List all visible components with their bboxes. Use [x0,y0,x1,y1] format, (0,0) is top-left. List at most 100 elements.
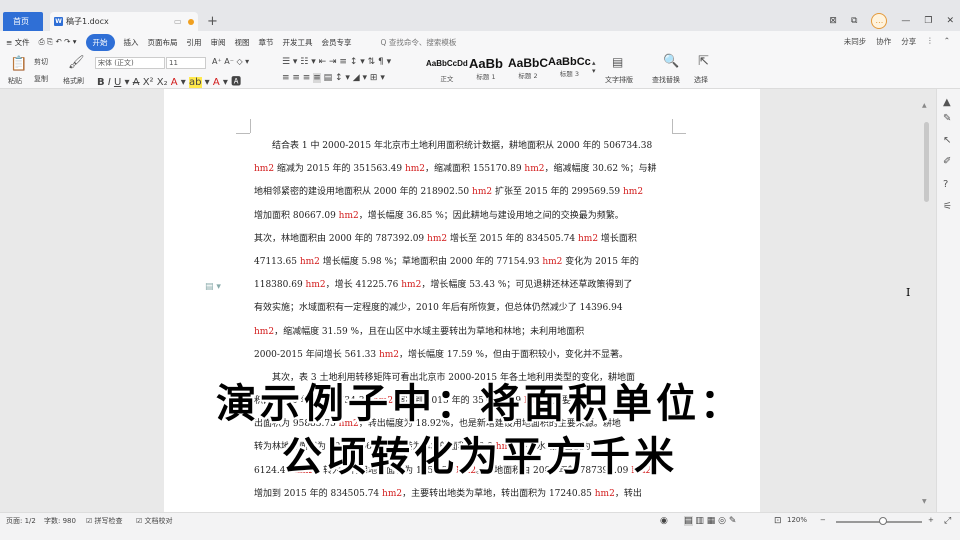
list-indent-icons[interactable]: ☰ ▾ ☷ ▾ ⇤ ⇥ ≡ ↕ ▾ ⇅ ¶ ▾ [282,57,391,67]
menu-page-layout[interactable]: 页面布局 [148,37,178,48]
zoom-out-icon[interactable]: − [820,516,826,524]
format-painter-label[interactable]: 格式刷 [63,76,84,86]
font-name-select[interactable]: 宋体 (正文) [95,57,165,69]
help-icon[interactable]: ? [943,179,948,190]
style-heading-2[interactable]: AaBbC 标题 2 [508,56,548,80]
settings-sliders-icon[interactable]: ⚟ [943,201,952,212]
select-button[interactable]: 选择 [694,75,708,85]
text-line[interactable]: 47113.65 hm2 增长幅度 5.98 %；草地面积由 2000 年的 7… [254,251,670,274]
monitor-icon[interactable]: ▭ [174,12,182,31]
zoom-slider-handle[interactable] [879,517,888,525]
scroll-up-icon[interactable]: ▲ [922,102,927,109]
overlay-caption-line-2: 公顷转化为平方千米 [282,434,678,480]
command-search[interactable]: Q 查找命令、搜索模板 [381,37,457,48]
text-line[interactable]: hm2，缩减幅度 31.59 %，且在山区中水域主要转出为草地和林地；未利用地面… [254,321,670,344]
text-run: 增长面积 [598,233,637,244]
undo-redo-icons[interactable]: ⎙ ⎘ ↶ ↷ ▾ [39,37,77,47]
font-style-icons[interactable]: B I U ▾ A X² X₂ A ▾ ab ▾ A ▾ 🅰 [97,73,241,88]
text-layout-button[interactable]: 文字排版 [605,75,633,85]
paragraph-handle-icon[interactable]: ▤ ▾ [205,282,221,292]
area-unit-text: hm2 [299,256,320,267]
share-button[interactable]: 分享 [901,36,916,47]
zoom-in-icon[interactable]: + [928,516,934,524]
doc-check-button[interactable]: ☑ 文档校对 [136,516,173,526]
text-run: ，缩减幅度 31.59 %，且在山区中水域主要转出为草地和林地；未利用地面积 [274,326,585,337]
text-line[interactable]: 其次，林地面积由 2000 年的 787392.09 hm2 增长至 2015 … [254,228,670,251]
styles-more-icon[interactable]: ▴ ▾ [592,59,596,75]
panel-collapse-icon[interactable]: ▲ [943,97,951,108]
find-replace-icon[interactable]: 🔍 [663,54,679,69]
cut-button[interactable]: 剪切 [34,57,48,67]
view-mode-icons[interactable]: ▤ ▥ ▦ ◎ ✎ [684,516,736,526]
zoom-level[interactable]: 120% [787,516,807,524]
text-line[interactable]: 118380.69 hm2，增长 41225.76 hm2，增长幅度 53.43… [254,274,670,297]
page-indicator[interactable]: 页面: 1/2 [6,516,36,526]
fit-page-icon[interactable]: ⊡ [774,516,782,526]
avatar[interactable]: … [871,13,888,29]
close-icon[interactable]: ✕ [946,16,954,26]
text-run: ，增长幅度 36.85 %；因此耕地与建设用地之间的交换最为频繁。 [358,210,624,221]
format-painter-icon[interactable]: 🖌 [68,55,85,70]
area-unit-text: hm2 [524,164,545,175]
eye-protection-icon[interactable]: ◉ [660,516,668,526]
menu-section[interactable]: 章节 [259,37,274,48]
text-run: 地相邻紧密的建设用地面积从 2000 年的 218902.50 [254,187,473,198]
ribbon-toolbar: 📋 粘贴 剪切 复制 🖌 格式刷 宋体 (正文) 11 A⁺ A⁻ ◇ ▾ B … [0,53,960,89]
spellcheck-button[interactable]: ☑ 拼写检查 [86,516,123,526]
restore-icon[interactable]: ❐ [924,16,932,26]
select-panel-icon[interactable]: ↖ [943,135,951,146]
style-heading-1[interactable]: AaBb 标题 1 [469,56,503,81]
menu-insert[interactable]: 插入 [124,37,139,48]
margin-mark [250,119,251,133]
layout-icon[interactable]: ⊠ [829,16,837,26]
minimize-icon[interactable]: — [901,16,910,26]
text-line[interactable]: 结合表 1 中 2000-2015 年北京市土地利用面积统计数据，耕地面积从 2… [254,135,670,158]
scroll-down-icon[interactable]: ▼ [922,498,927,505]
word-count[interactable]: 字数: 980 [44,516,76,526]
style-panel-icon[interactable]: ✎ [943,113,951,124]
scrollbar-thumb[interactable] [924,122,929,202]
paste-icon[interactable]: 📋 [10,56,27,72]
menu-view[interactable]: 视图 [235,37,250,48]
style-normal[interactable]: AaBbCcDd 正文 [426,56,468,83]
collapse-ribbon-icon[interactable]: ⌃ [944,36,950,47]
font-grow-shrink-icons[interactable]: A⁺ A⁻ ◇ ▾ [212,57,249,66]
fullscreen-icon[interactable]: ⤢ [944,516,951,526]
paste-label[interactable]: 粘贴 [8,76,22,86]
text-line[interactable]: hm2 缩减为 2015 年的 351563.49 hm2，缩减面积 15517… [254,158,670,181]
more-icon[interactable]: ⋮ [926,36,934,47]
menu-references[interactable]: 引用 [187,37,202,48]
text-line[interactable]: 增加面积 80667.09 hm2，增长幅度 36.85 %；因此耕地与建设用地… [254,205,670,228]
font-size-select[interactable]: 11 [166,57,206,69]
menu-file[interactable]: ≡ 文件 [6,37,30,48]
status-bar: 页面: 1/2 字数: 980 ☑ 拼写检查 ☑ 文档校对 ◉ ▤ ▥ ▦ ◎ … [0,512,960,540]
text-line[interactable]: 增加到 2015 年的 834505.74 hm2，主要转出地类为草地，转出面积… [254,483,670,506]
edit-panel-icon[interactable]: ✐ [943,156,951,167]
menu-developer[interactable]: 开发工具 [283,37,313,48]
document-tab[interactable]: W 稿子1.docx ▭ [50,12,198,31]
alignment-icons[interactable]: ≡ ≡ ≡ ≡ ▤ ↕ ▾ ◢ ▾ ⊞ ▾ [282,73,385,83]
area-unit-text: hm2 [472,187,493,198]
text-run: ，转出 [614,488,642,499]
menu-member[interactable]: 会员专享 [322,37,352,48]
new-tab-button[interactable]: + [207,12,218,31]
sync-status[interactable]: 未同步 [844,36,867,47]
style-heading-3[interactable]: AaBbCc 标题 3 [548,56,591,78]
margin-mark [672,133,686,134]
text-line[interactable]: 2000-2015 年间增长 561.33 hm2，增长幅度 17.59 %，但… [254,344,670,367]
text-cursor-icon: I [906,286,911,299]
area-unit-text: hm2 [305,280,326,291]
find-replace-button[interactable]: 查找替换 [652,75,680,85]
text-run: ，主要转出地类为草地，转出面积为 17240.85 [402,488,595,499]
home-tab[interactable]: 首页 [3,12,43,31]
text-layout-icon[interactable]: ▤ [612,55,623,69]
select-cursor-icon[interactable]: ⇱ [698,54,709,69]
menu-review[interactable]: 审阅 [211,37,226,48]
text-line[interactable]: 地相邻紧密的建设用地面积从 2000 年的 218902.50 hm2 扩张至 … [254,181,670,204]
text-line[interactable]: 有效实施；水域面积有一定程度的减少，2010 年后有所恢复，但总体仍然减少了 1… [254,297,670,320]
tile-icon[interactable]: ⧉ [851,16,857,26]
menu-home[interactable]: 开始 [85,33,115,51]
collaborate-button[interactable]: 协作 [876,36,891,47]
text-run: 增长幅度 5.98 %；草地面积由 2000 年的 77154.93 [319,256,543,267]
copy-button[interactable]: 复制 [34,74,48,84]
